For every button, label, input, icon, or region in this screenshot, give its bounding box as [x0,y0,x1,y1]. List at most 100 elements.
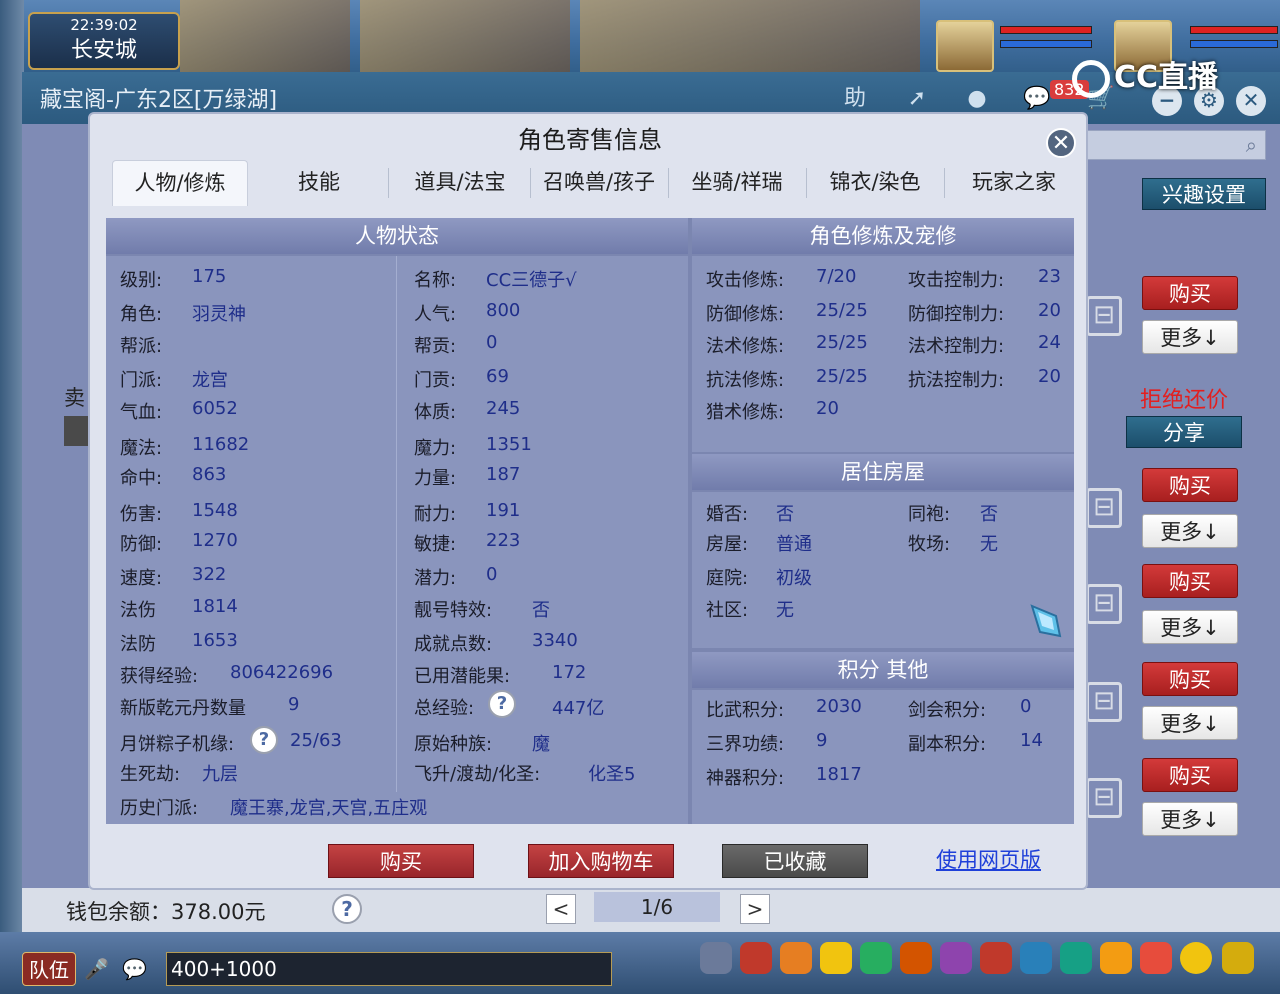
help-icon[interactable]: 助 [840,84,870,114]
sell-button[interactable] [64,416,90,446]
cart-icon[interactable]: ⊟ [1086,682,1122,722]
modal-title: 角色寄售信息 [518,126,662,154]
points-label: 三界功绩: [706,734,785,755]
zongzi-value: 25/63 [290,730,342,751]
help-question-icon[interactable]: ? [332,894,362,924]
cart-icon[interactable]: ⊟ [1086,296,1122,336]
collected-button[interactable]: 已收藏 [722,844,868,878]
web-version-link[interactable]: 使用网页版 [936,844,1041,874]
buy-button[interactable]: 购买 [1142,564,1238,598]
search-input[interactable]: ⌕ [1084,130,1266,160]
tab-items[interactable]: 道具/法宝 [392,160,528,206]
stat-label: 速度: [120,568,163,589]
help-question-icon[interactable]: ? [250,726,278,754]
tray-gold-icon[interactable] [820,942,852,974]
cult-label: 防御修炼: [706,304,785,325]
tab-separator [944,168,945,198]
buy-button[interactable]: 购买 [1142,662,1238,696]
shengsi-label: 生死劫: [120,764,181,785]
cart-icon[interactable]: ⊟ [1086,778,1122,818]
share-arrow-icon[interactable]: ➚ [902,84,932,114]
points-label: 剑会积分: [908,700,987,721]
microphone-icon[interactable]: 🎤 [84,952,109,986]
control-label: 防御控制力: [908,304,1005,325]
tab-outfits[interactable]: 锦衣/染色 [808,160,942,206]
prev-page-button[interactable]: < [546,894,576,924]
tab-separator [668,168,669,198]
search-icon[interactable]: ⌕ [1246,133,1257,157]
tray-smile-icon[interactable] [1180,942,1212,974]
history-school-value: 魔王寨,龙宫,天宫,五庄观 [230,798,428,819]
buy-button[interactable]: 购买 [1142,758,1238,792]
next-page-button[interactable]: > [740,894,770,924]
tray-team-icon[interactable] [900,942,932,974]
game-time: 22:39:02 [70,16,138,34]
stat-value: 龙宫 [192,370,228,391]
chat-bubble-icon[interactable]: 💬 [122,952,154,986]
tab-mounts[interactable]: 坐骑/祥瑞 [670,160,804,206]
feisheng-label: 飞升/渡劫/化圣: [414,764,541,785]
tray-friend-icon[interactable] [940,942,972,974]
tray-map-icon[interactable] [1020,942,1052,974]
tray-handshake-icon[interactable] [1140,942,1172,974]
record-icon[interactable]: ● [962,84,992,114]
share-button[interactable]: 分享 [1126,416,1242,448]
more-button[interactable]: 更多↓ [1142,802,1238,836]
add-to-cart-button[interactable]: 加入购物车 [528,844,674,878]
stat-label: 伤害: [120,504,163,525]
tab-separator [806,168,807,198]
pet-avatar[interactable] [936,20,994,72]
chat-input[interactable]: 400+1000 [166,952,612,986]
stat-value: 6052 [192,398,238,419]
team-button[interactable]: 队伍 [22,952,76,986]
tab-character[interactable]: 人物/修炼 [112,160,248,206]
stat-label: 门贡: [414,370,457,391]
tab-pets[interactable]: 召唤兽/孩子 [532,160,666,206]
close-icon[interactable]: ✕ [1236,86,1266,116]
history-school-label: 历史门派: [120,798,199,819]
tray-pet-icon[interactable] [860,942,892,974]
tab-player-home[interactable]: 玩家之家 [946,160,1082,206]
points-value: 2030 [816,696,862,717]
achievement-label: 成就点数: [414,634,493,655]
cult-value: 25/25 [816,332,868,353]
total-exp-label: 总经验: [414,698,475,719]
pet-mp-bar [1000,40,1092,48]
interest-settings-button[interactable]: 兴趣设置 [1142,178,1266,210]
help-question-icon[interactable]: ? [488,690,516,718]
stat-label: 帮贡: [414,336,457,357]
modal-close-icon[interactable]: ✕ [1046,128,1076,158]
tray-settings-icon[interactable] [1222,942,1254,974]
stat-value: 1814 [192,596,238,617]
stat-value: CC三德子√ [486,270,577,291]
stat-label: 帮派: [120,336,163,357]
tab-skills[interactable]: 技能 [252,160,386,206]
stat-label: 力量: [414,468,457,489]
cult-label: 法术修炼: [706,336,785,357]
more-button[interactable]: 更多↓ [1142,514,1238,548]
stat-value: 1270 [192,530,238,551]
stat-value: 191 [486,500,521,521]
buy-button[interactable]: 购买 [1142,468,1238,502]
house-value: 初级 [776,568,812,589]
buy-button[interactable]: 购买 [1142,276,1238,310]
wallet-balance: 钱包余额：378.00元 [66,900,266,924]
tray-mail-icon[interactable] [980,942,1012,974]
tab-separator [530,168,531,198]
cart-icon[interactable]: ⊟ [1086,488,1122,528]
reject-bargain-label: 拒绝还价 [1140,388,1229,413]
tray-bag-icon[interactable] [740,942,772,974]
stat-label: 命中: [120,468,163,489]
more-button[interactable]: 更多↓ [1142,320,1238,354]
cart-icon[interactable]: ⊟ [1086,584,1122,624]
tray-gift-icon[interactable] [780,942,812,974]
chat-bubble-icon[interactable]: 💬 [1022,84,1052,114]
modal-buy-button[interactable]: 购买 [328,844,474,878]
tray-sword-icon[interactable] [700,942,732,974]
house-section-header: 居住房屋 [692,454,1074,490]
more-button[interactable]: 更多↓ [1142,706,1238,740]
potential-fruit-label: 已用潜能果: [414,666,511,687]
tray-system-icon[interactable] [1060,942,1092,974]
more-button[interactable]: 更多↓ [1142,610,1238,644]
tray-peach-icon[interactable] [1100,942,1132,974]
